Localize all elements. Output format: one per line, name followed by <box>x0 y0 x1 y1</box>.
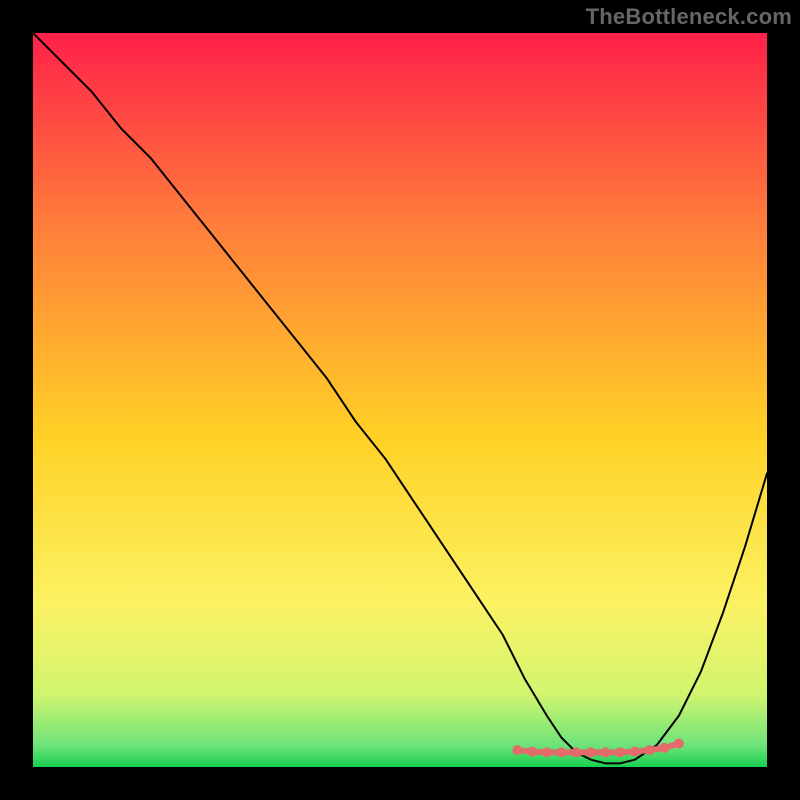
bottom-marker-band-dot <box>645 745 655 755</box>
watermark-text: TheBottleneck.com <box>586 4 792 30</box>
bottom-marker-band-dot <box>571 747 581 757</box>
bottleneck-chart <box>33 33 767 767</box>
bottom-marker-band-dot <box>674 739 684 749</box>
bottom-marker-band-dot <box>586 747 596 757</box>
chart-frame: TheBottleneck.com <box>0 0 800 800</box>
bottom-marker-band-dot <box>615 747 625 757</box>
gradient-background <box>33 33 767 767</box>
bottom-marker-band-dot <box>601 747 611 757</box>
bottom-marker-band-dot <box>659 743 669 753</box>
bottom-marker-band-dot <box>542 747 552 757</box>
bottom-marker-band-dot <box>527 747 537 757</box>
bottom-marker-band-dot <box>630 747 640 757</box>
bottom-marker-band-dot <box>512 745 522 755</box>
bottom-marker-band-dot <box>556 747 566 757</box>
plot-area <box>33 33 767 767</box>
